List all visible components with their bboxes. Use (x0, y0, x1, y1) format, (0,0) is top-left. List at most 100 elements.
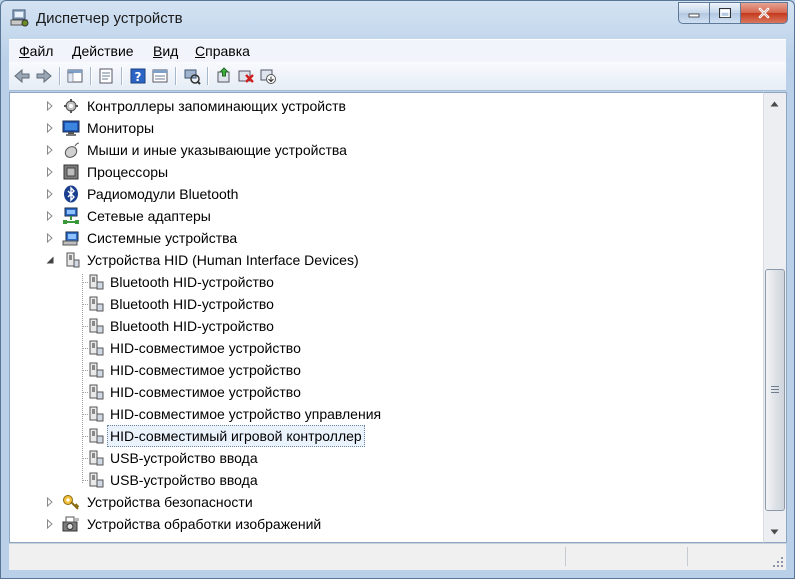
scan-hardware-icon[interactable] (183, 67, 201, 85)
device-label: HID-совместимое устройство управления (110, 406, 382, 422)
status-pane-divider (565, 547, 567, 566)
device-row-selected[interactable]: HID-совместимый игровой контроллер (10, 425, 750, 447)
device-row[interactable]: HID-совместимое устройство (10, 337, 750, 359)
device-label: HID-совместимое устройство (110, 384, 301, 400)
toolbar-separator (207, 67, 209, 85)
svg-text:?: ? (135, 70, 142, 84)
scroll-down-button[interactable] (766, 523, 783, 540)
device-tree[interactable]: Контроллеры запоминающих устройств Монит… (9, 92, 764, 543)
device-manager-window: Диспетчер устройств Файл Действие Вид Сп… (0, 0, 795, 579)
help-icon[interactable]: ? (129, 67, 147, 85)
device-row[interactable]: Bluetooth HID-устройство (10, 293, 750, 315)
disable-device-icon[interactable] (259, 67, 277, 85)
device-row[interactable]: HID-совместимое устройство (10, 359, 750, 381)
category-row[interactable]: Процессоры (10, 161, 750, 183)
category-row[interactable]: Сетевые адаптеры (10, 205, 750, 227)
toolbar-separator (59, 67, 61, 85)
system-device-icon (62, 231, 79, 246)
category-row[interactable]: Мониторы (10, 117, 750, 139)
hid-icon (66, 252, 80, 268)
menu-action[interactable]: Действие (72, 43, 134, 59)
storage-controller-icon (64, 99, 78, 113)
device-label: USB-устройство ввода (110, 472, 258, 488)
toolbar-separator (175, 67, 177, 85)
scroll-thumb[interactable] (765, 269, 785, 511)
category-label: Сетевые адаптеры (87, 208, 211, 224)
device-row[interactable]: Bluetooth HID-устройство (10, 315, 750, 337)
minimize-button[interactable] (678, 2, 709, 24)
hid-device-icon (89, 340, 104, 356)
close-button[interactable] (740, 2, 788, 24)
network-adapter-icon (63, 207, 79, 224)
imaging-device-icon (62, 516, 79, 532)
device-row[interactable]: Bluetooth HID-устройство (10, 271, 750, 293)
expand-arrow-icon[interactable] (45, 519, 55, 529)
caption-buttons (678, 2, 788, 24)
resize-grip-icon[interactable] (772, 556, 784, 568)
collapse-arrow-icon[interactable] (45, 255, 55, 265)
expand-arrow-icon[interactable] (45, 167, 55, 177)
category-row[interactable]: Радиомодули Bluetooth (10, 183, 750, 205)
expand-arrow-icon[interactable] (45, 101, 55, 111)
update-driver-icon[interactable] (215, 67, 233, 85)
processor-icon (63, 164, 79, 180)
device-row[interactable]: USB-устройство ввода (10, 469, 750, 491)
device-label: HID-совместимое устройство (110, 362, 301, 378)
scroll-grip (771, 389, 779, 390)
monitor-icon (62, 120, 80, 136)
expand-arrow-icon[interactable] (45, 233, 55, 243)
console-tree-icon[interactable] (66, 67, 84, 85)
category-row[interactable]: Устройства безопасности (10, 491, 750, 513)
menu-file[interactable]: Файл (19, 43, 53, 59)
hid-device-icon (89, 274, 104, 290)
device-label: Bluetooth HID-устройство (110, 318, 274, 334)
category-row[interactable]: Системные устройства (10, 227, 750, 249)
scroll-up-icon (770, 101, 779, 106)
maximize-button[interactable] (709, 2, 740, 24)
device-manager-app-icon (10, 9, 29, 27)
scroll-grip (771, 392, 779, 393)
scroll-grip (771, 386, 779, 387)
device-label: Bluetooth HID-устройство (110, 296, 274, 312)
category-label: Мыши и иные указывающие устройства (87, 142, 347, 158)
uninstall-icon[interactable] (237, 67, 255, 85)
properties-icon[interactable] (97, 67, 115, 85)
category-row[interactable]: Контроллеры запоминающих устройств (10, 95, 750, 117)
category-label: Устройства безопасности (87, 494, 253, 510)
title-bar[interactable]: Диспетчер устройств (1, 1, 794, 35)
hid-device-icon (89, 318, 104, 334)
device-row[interactable]: HID-совместимое устройство управления (10, 403, 750, 425)
view-icon[interactable] (151, 67, 169, 85)
category-label: Устройства обработки изображений (87, 516, 322, 532)
forward-icon[interactable] (35, 67, 53, 85)
toolbar-separator (121, 67, 123, 85)
expand-arrow-icon[interactable] (45, 497, 55, 507)
category-label: Контроллеры запоминающих устройств (87, 98, 346, 114)
scroll-up-button[interactable] (766, 95, 783, 112)
expand-arrow-icon[interactable] (45, 123, 55, 133)
category-row[interactable]: Устройства обработки изображений (10, 513, 750, 535)
expand-arrow-icon[interactable] (45, 211, 55, 221)
device-row[interactable]: HID-совместимое устройство (10, 381, 750, 403)
menu-view[interactable]: Вид (153, 43, 178, 59)
device-label: HID-совместимый игровой контроллер (107, 425, 365, 447)
category-row[interactable]: Мыши и иные указывающие устройства (10, 139, 750, 161)
category-label: Процессоры (87, 164, 169, 180)
back-icon[interactable] (13, 67, 31, 85)
category-label: Системные устройства (87, 230, 238, 246)
maximize-icon (719, 8, 731, 18)
toolbar-separator (90, 67, 92, 85)
device-label: USB-устройство ввода (110, 450, 258, 466)
vertical-scrollbar[interactable] (763, 92, 787, 543)
device-row[interactable]: USB-устройство ввода (10, 447, 750, 469)
category-label: Радиомодули Bluetooth (87, 186, 239, 202)
expand-arrow-icon[interactable] (45, 189, 55, 199)
status-bar (9, 543, 786, 570)
menu-help[interactable]: Справка (195, 43, 250, 59)
expand-arrow-icon[interactable] (45, 145, 55, 155)
hid-device-icon (89, 296, 104, 312)
minimize-icon (688, 13, 700, 18)
category-row-expanded[interactable]: Устройства HID (Human Interface Devices) (10, 249, 750, 271)
toolbar: ? (9, 62, 786, 91)
scroll-down-icon (770, 529, 779, 534)
